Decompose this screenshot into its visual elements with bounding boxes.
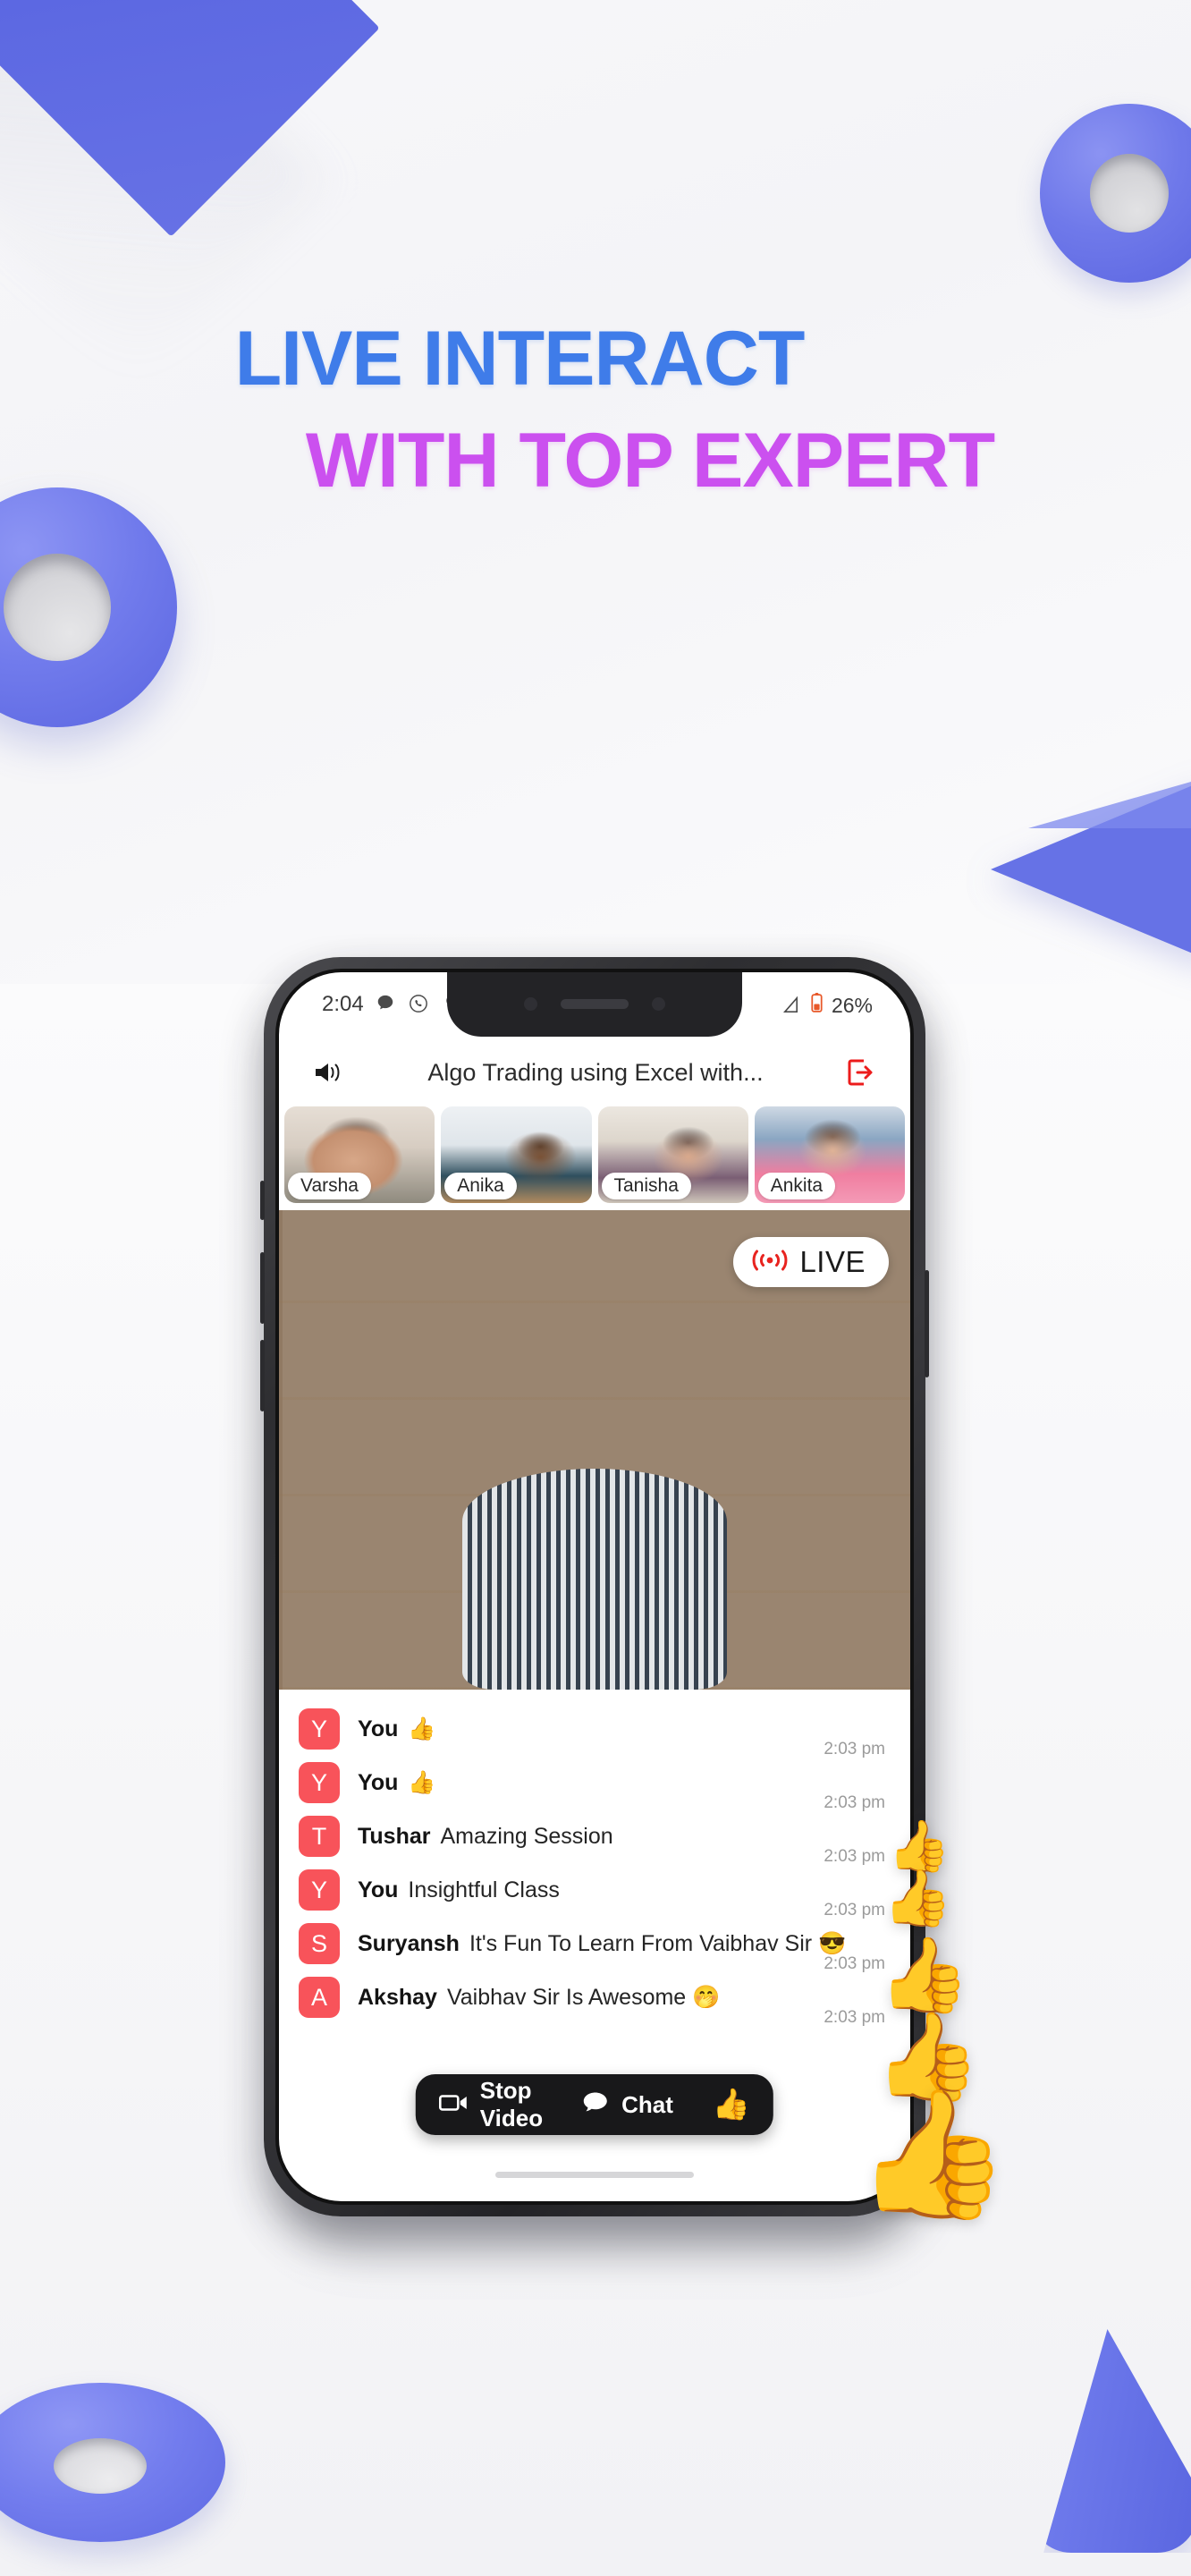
chat-avatar: Y xyxy=(299,1708,340,1750)
signal-icon xyxy=(781,995,802,1016)
phone-notch xyxy=(447,972,742,1037)
home-indicator xyxy=(495,2172,694,2178)
chat-button[interactable]: Chat xyxy=(582,2091,673,2119)
participant-card[interactable]: Ankita xyxy=(754,1106,905,1203)
front-camera-icon xyxy=(524,996,537,1011)
call-control-bar: Stop Video Chat 👍 xyxy=(415,2074,774,2135)
thumbs-up-icon: 👍 xyxy=(712,2088,751,2122)
phone-screen: 2:04 26% Algo Trading using Excel with..… xyxy=(279,972,910,2201)
participant-name: Tanisha xyxy=(601,1173,691,1199)
live-badge-label: LIVE xyxy=(799,1245,866,1278)
participant-card[interactable]: Anika xyxy=(441,1106,592,1203)
participant-name: Ankita xyxy=(757,1173,836,1199)
chat-message-row: Y You Insightful Class 2:03 pm xyxy=(279,1863,910,1919)
presenter-shirt xyxy=(461,1469,728,1690)
live-badge: LIVE xyxy=(733,1237,889,1287)
exit-icon[interactable] xyxy=(846,1056,876,1089)
chat-message-row: S Suryansh It's Fun To Learn From Vaibha… xyxy=(279,1917,910,1973)
chat-avatar: Y xyxy=(299,1762,340,1803)
chat-message-text: Insightful Class xyxy=(408,1877,560,1902)
phone-mute-switch[interactable] xyxy=(260,1181,265,1220)
main-video-feed[interactable]: LIVE xyxy=(279,1210,910,1690)
status-bar-clock: 2:04 xyxy=(322,992,364,1016)
page-title: LIVE INTERACT WITH TOP EXPERT xyxy=(0,318,1191,502)
chat-avatar: A xyxy=(299,1977,340,2018)
whatsapp-icon xyxy=(409,994,430,1015)
chat-message-text: 👍 xyxy=(408,1716,436,1741)
chat-timestamp: 2:03 pm xyxy=(824,2008,885,2027)
chat-message-row: Y You 👍 2:03 pm xyxy=(279,1756,910,1812)
chat-message-text: It's Fun To Learn From Vaibhav Sir 😎 xyxy=(469,1930,847,1956)
earpiece-speaker xyxy=(561,998,629,1009)
headline-line-1: LIVE INTERACT xyxy=(234,316,806,402)
battery-icon xyxy=(810,992,824,1019)
participant-card[interactable]: Varsha xyxy=(284,1106,435,1203)
participant-strip: Varsha Anika Tanisha Ankita xyxy=(279,1106,910,1210)
chat-sender-name: Tushar xyxy=(358,1823,431,1849)
chat-message-row: A Akshay Vaibhav Sir Is Awesome 🤭 2:03 p… xyxy=(279,1970,910,2027)
chat-sender-name: Suryansh xyxy=(358,1930,460,1956)
speaker-icon[interactable] xyxy=(313,1059,345,1086)
participant-name: Varsha xyxy=(288,1173,371,1199)
phone-body: 2:04 26% Algo Trading using Excel with..… xyxy=(260,957,929,2216)
video-camera-icon xyxy=(438,2091,468,2119)
status-bar-right: 26% xyxy=(781,992,873,1019)
chat-avatar: Y xyxy=(299,1869,340,1911)
phone-volume-up-button[interactable] xyxy=(260,1252,265,1324)
message-icon xyxy=(376,994,397,1015)
phone-mockup: 2:04 26% Algo Trading using Excel with..… xyxy=(260,957,936,2249)
chat-sender-name: Akshay xyxy=(358,1984,437,2010)
status-bar-left: 2:04 xyxy=(322,992,463,1017)
chat-message-text: Amazing Session xyxy=(440,1823,613,1849)
session-title: Algo Trading using Excel with... xyxy=(427,1058,764,1086)
chat-label: Chat xyxy=(621,2090,673,2118)
phone-volume-down-button[interactable] xyxy=(260,1340,265,1411)
headline-line-2: WITH TOP EXPERT xyxy=(305,418,995,504)
stop-video-label: Stop Video xyxy=(479,2077,544,2131)
reaction-button[interactable]: 👍 xyxy=(713,2089,750,2120)
chat-sender-name: You xyxy=(358,1769,399,1795)
chat-list[interactable]: Y You 👍 2:03 pm Y You 👍 2:03 pm T Tushar xyxy=(279,1690,910,2110)
triangle-right-highlight xyxy=(1028,775,1191,828)
chat-avatar: S xyxy=(299,1923,340,1964)
participant-name: Anika xyxy=(444,1173,517,1199)
chat-message-row: Y You 👍 2:03 pm xyxy=(279,1702,910,1758)
chat-message-row: T Tushar Amazing Session 2:03 pm xyxy=(279,1809,910,1866)
phone-bezel: 2:04 26% Algo Trading using Excel with..… xyxy=(275,969,914,2205)
chat-message-text: Vaibhav Sir Is Awesome 🤭 xyxy=(446,1984,721,2010)
chat-bubble-icon xyxy=(582,2091,609,2119)
app-header: Algo Trading using Excel with... xyxy=(279,1038,910,1106)
chat-sender-name: You xyxy=(358,1877,399,1902)
battery-percent-label: 26% xyxy=(831,993,873,1017)
broadcast-icon xyxy=(751,1247,789,1278)
phone-power-button[interactable] xyxy=(925,1270,929,1377)
chat-sender-name: You xyxy=(358,1716,399,1741)
stop-video-button[interactable]: Stop Video xyxy=(438,2077,544,2132)
participant-card[interactable]: Tanisha xyxy=(597,1106,748,1203)
sensor-icon xyxy=(652,996,665,1011)
chat-message-text: 👍 xyxy=(408,1769,436,1795)
chat-avatar: T xyxy=(299,1816,340,1857)
